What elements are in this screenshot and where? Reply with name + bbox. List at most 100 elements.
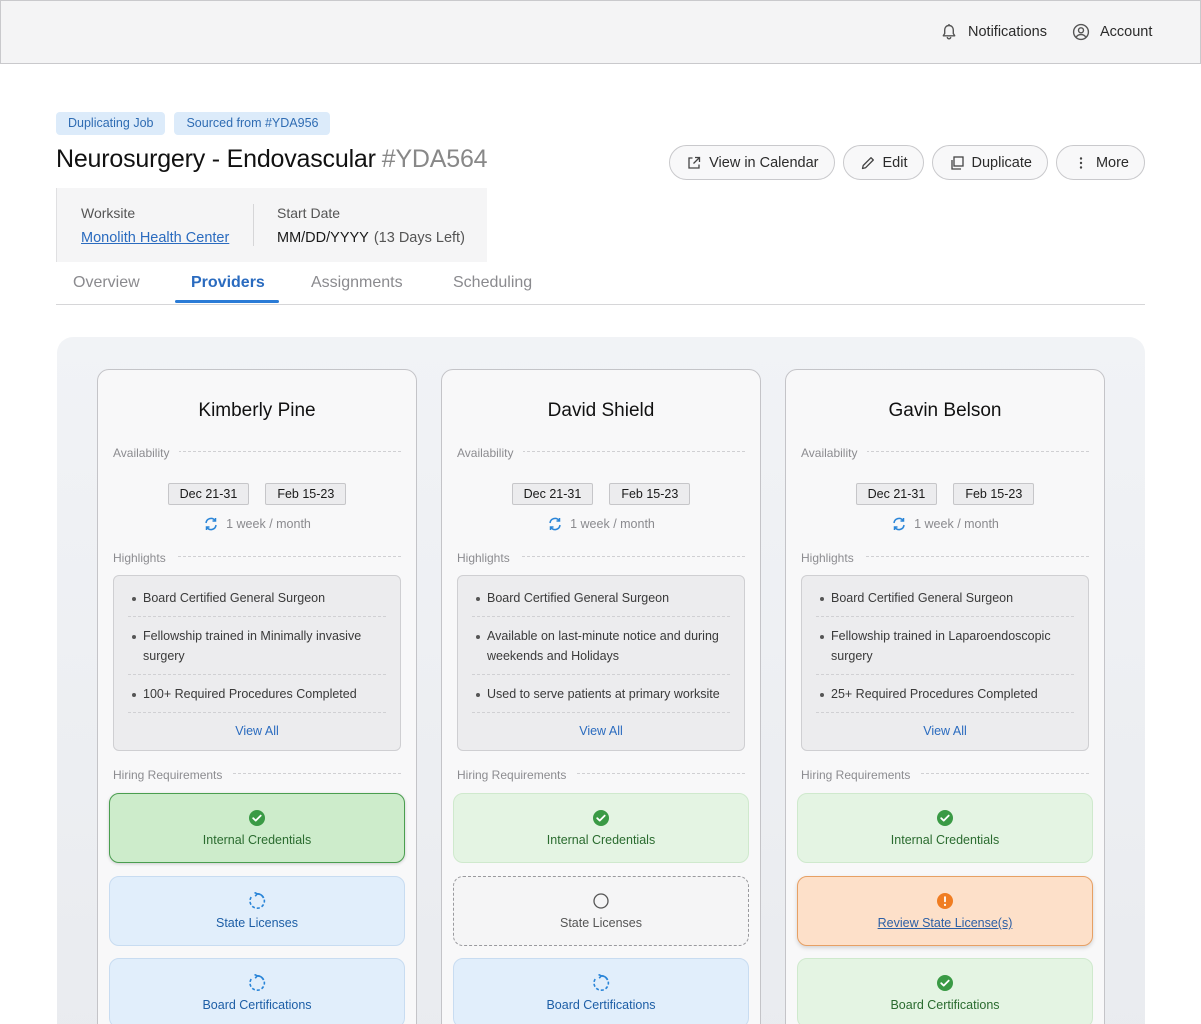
duplicate-label: Duplicate <box>971 154 1032 171</box>
requirement-card[interactable]: Board Certifications <box>797 958 1093 1024</box>
highlights-label: Highlights <box>457 551 520 565</box>
highlight-item: Board Certified General Surgeon <box>128 588 386 608</box>
requirement-label: State Licenses <box>216 916 298 930</box>
in-progress-icon <box>593 974 610 991</box>
check-circle-icon <box>249 810 265 826</box>
check-circle-icon <box>937 975 953 991</box>
highlights-label: Highlights <box>801 551 864 565</box>
availability-label: Availability <box>457 446 524 460</box>
highlight-divider <box>816 712 1074 713</box>
view-calendar-label: View in Calendar <box>709 154 819 171</box>
active-tab-indicator <box>175 300 279 303</box>
highlights-section: Highlights <box>457 549 745 565</box>
highlights-box: Board Certified General Surgeon Available… <box>457 575 745 751</box>
highlight-item: Fellowship trained in Laparoendoscopic s… <box>816 626 1074 666</box>
highlights-label: Highlights <box>113 551 176 565</box>
highlight-divider <box>128 616 386 617</box>
highlights-box: Board Certified General Surgeon Fellowshi… <box>113 575 401 751</box>
availability-section: Availability <box>113 444 401 460</box>
provider-name: David Shield <box>547 400 655 421</box>
requirement-label: Internal Credentials <box>202 833 312 847</box>
highlight-item: Board Certified General Surgeon <box>472 588 730 608</box>
repeat-icon <box>205 517 217 531</box>
requirement-label: Internal Credentials <box>890 833 1000 847</box>
more-button[interactable]: More <box>1055 145 1145 180</box>
top-bar: Notifications Account <box>0 0 1201 64</box>
date-chip: Dec 21-31 <box>855 483 938 505</box>
edit-label: Edit <box>882 154 908 171</box>
in-progress-icon <box>249 974 266 991</box>
frequency: 1 week / month <box>442 516 760 532</box>
hiring-section: Hiring Requirements <box>457 766 745 782</box>
notifications-link[interactable]: Notifications <box>940 23 1047 41</box>
edit-button[interactable]: Edit <box>842 145 924 180</box>
repeat-icon <box>549 517 561 531</box>
start-date-label: Start Date <box>277 205 341 221</box>
provider-card: David Shield Availability Dec 21-31 Feb 15-… <box>441 369 761 1024</box>
account-link[interactable]: Account <box>1072 23 1152 41</box>
highlight-divider <box>472 616 730 617</box>
notifications-label: Notifications <box>968 24 1047 40</box>
highlight-item: Fellowship trained in Minimally invasive… <box>128 626 386 666</box>
highlight-item: Board Certified General Surgeon <box>816 588 1074 608</box>
requirement-label: Board Certifications <box>202 998 312 1012</box>
requirement-label: Review State License(s) <box>877 916 1013 930</box>
tab-providers[interactable]: Providers <box>191 274 265 292</box>
requirement-card[interactable]: State Licenses <box>109 876 405 946</box>
requirement-card[interactable]: Internal Credentials <box>109 793 405 863</box>
view-calendar-button[interactable]: View in Calendar <box>669 145 835 180</box>
external-link-icon <box>688 156 701 169</box>
frequency-label: 1 week / month <box>914 517 999 531</box>
provider-card: Gavin Belson Availability Dec 21-31 Feb 15-… <box>785 369 1105 1024</box>
highlights-box: Board Certified General Surgeon Fellowshi… <box>801 575 1089 751</box>
job-id: #YDA564 <box>381 145 488 173</box>
requirement-card[interactable]: Board Certifications <box>109 958 405 1024</box>
highlight-divider <box>128 674 386 675</box>
duplicate-button[interactable]: Duplicate <box>931 145 1048 180</box>
requirement-card[interactable]: Board Certifications <box>453 958 749 1024</box>
availability-section: Availability <box>457 444 745 460</box>
duplicate-icon <box>950 155 964 170</box>
tab-assignments[interactable]: Assignments <box>311 274 403 292</box>
start-date-text: MM/DD/YYYY <box>277 230 369 246</box>
date-chip: Feb 15-23 <box>265 483 347 505</box>
view-all-link[interactable]: View All <box>114 724 400 738</box>
requirement-card[interactable]: State Licenses <box>453 876 749 946</box>
highlight-divider <box>472 712 730 713</box>
frequency-label: 1 week / month <box>570 517 655 531</box>
frequency: 1 week / month <box>786 516 1104 532</box>
view-all-link[interactable]: View All <box>458 724 744 738</box>
requirement-card[interactable]: Internal Credentials <box>453 793 749 863</box>
requirement-card[interactable]: Internal Credentials <box>797 793 1093 863</box>
worksite-link[interactable]: Monolith Health Center <box>81 230 229 246</box>
worksite-block: Worksite Monolith Health Center <box>81 205 229 246</box>
worksite-label: Worksite <box>81 205 136 221</box>
highlight-divider <box>816 674 1074 675</box>
requirement-card[interactable]: Review State License(s) <box>797 876 1093 946</box>
highlight-divider <box>472 674 730 675</box>
start-date-value: MM/DD/YYYY (13 Days Left) <box>277 230 465 246</box>
view-all-link[interactable]: View All <box>802 724 1088 738</box>
highlights-section: Highlights <box>801 549 1089 565</box>
tab-overview[interactable]: Overview <box>73 274 140 292</box>
availability-label: Availability <box>801 446 868 460</box>
availability-label: Availability <box>113 446 180 460</box>
account-label: Account <box>1100 24 1153 40</box>
repeat-icon <box>893 517 905 531</box>
tab-bar: Overview Providers Assignments Schedulin… <box>56 262 1145 305</box>
date-chip: Feb 15-23 <box>953 483 1035 505</box>
availability-dates: Dec 21-31 Feb 15-23 <box>442 483 760 505</box>
date-chip: Dec 21-31 <box>511 483 594 505</box>
tab-scheduling[interactable]: Scheduling <box>453 274 532 292</box>
days-left: (13 Days Left) <box>373 230 465 246</box>
hiring-label: Hiring Requirements <box>801 768 921 782</box>
highlight-item: Available on last-minute notice and duri… <box>472 626 730 666</box>
frequency-label: 1 week / month <box>226 517 311 531</box>
user-circle-icon <box>1072 23 1090 41</box>
requirement-label: State Licenses <box>560 916 642 930</box>
date-chip: Feb 15-23 <box>609 483 691 505</box>
header-actions: View in Calendar Edit Duplicate More <box>669 145 1145 180</box>
check-circle-icon <box>593 810 609 826</box>
more-vertical-icon <box>1079 156 1083 169</box>
alert-circle-icon <box>937 893 953 909</box>
